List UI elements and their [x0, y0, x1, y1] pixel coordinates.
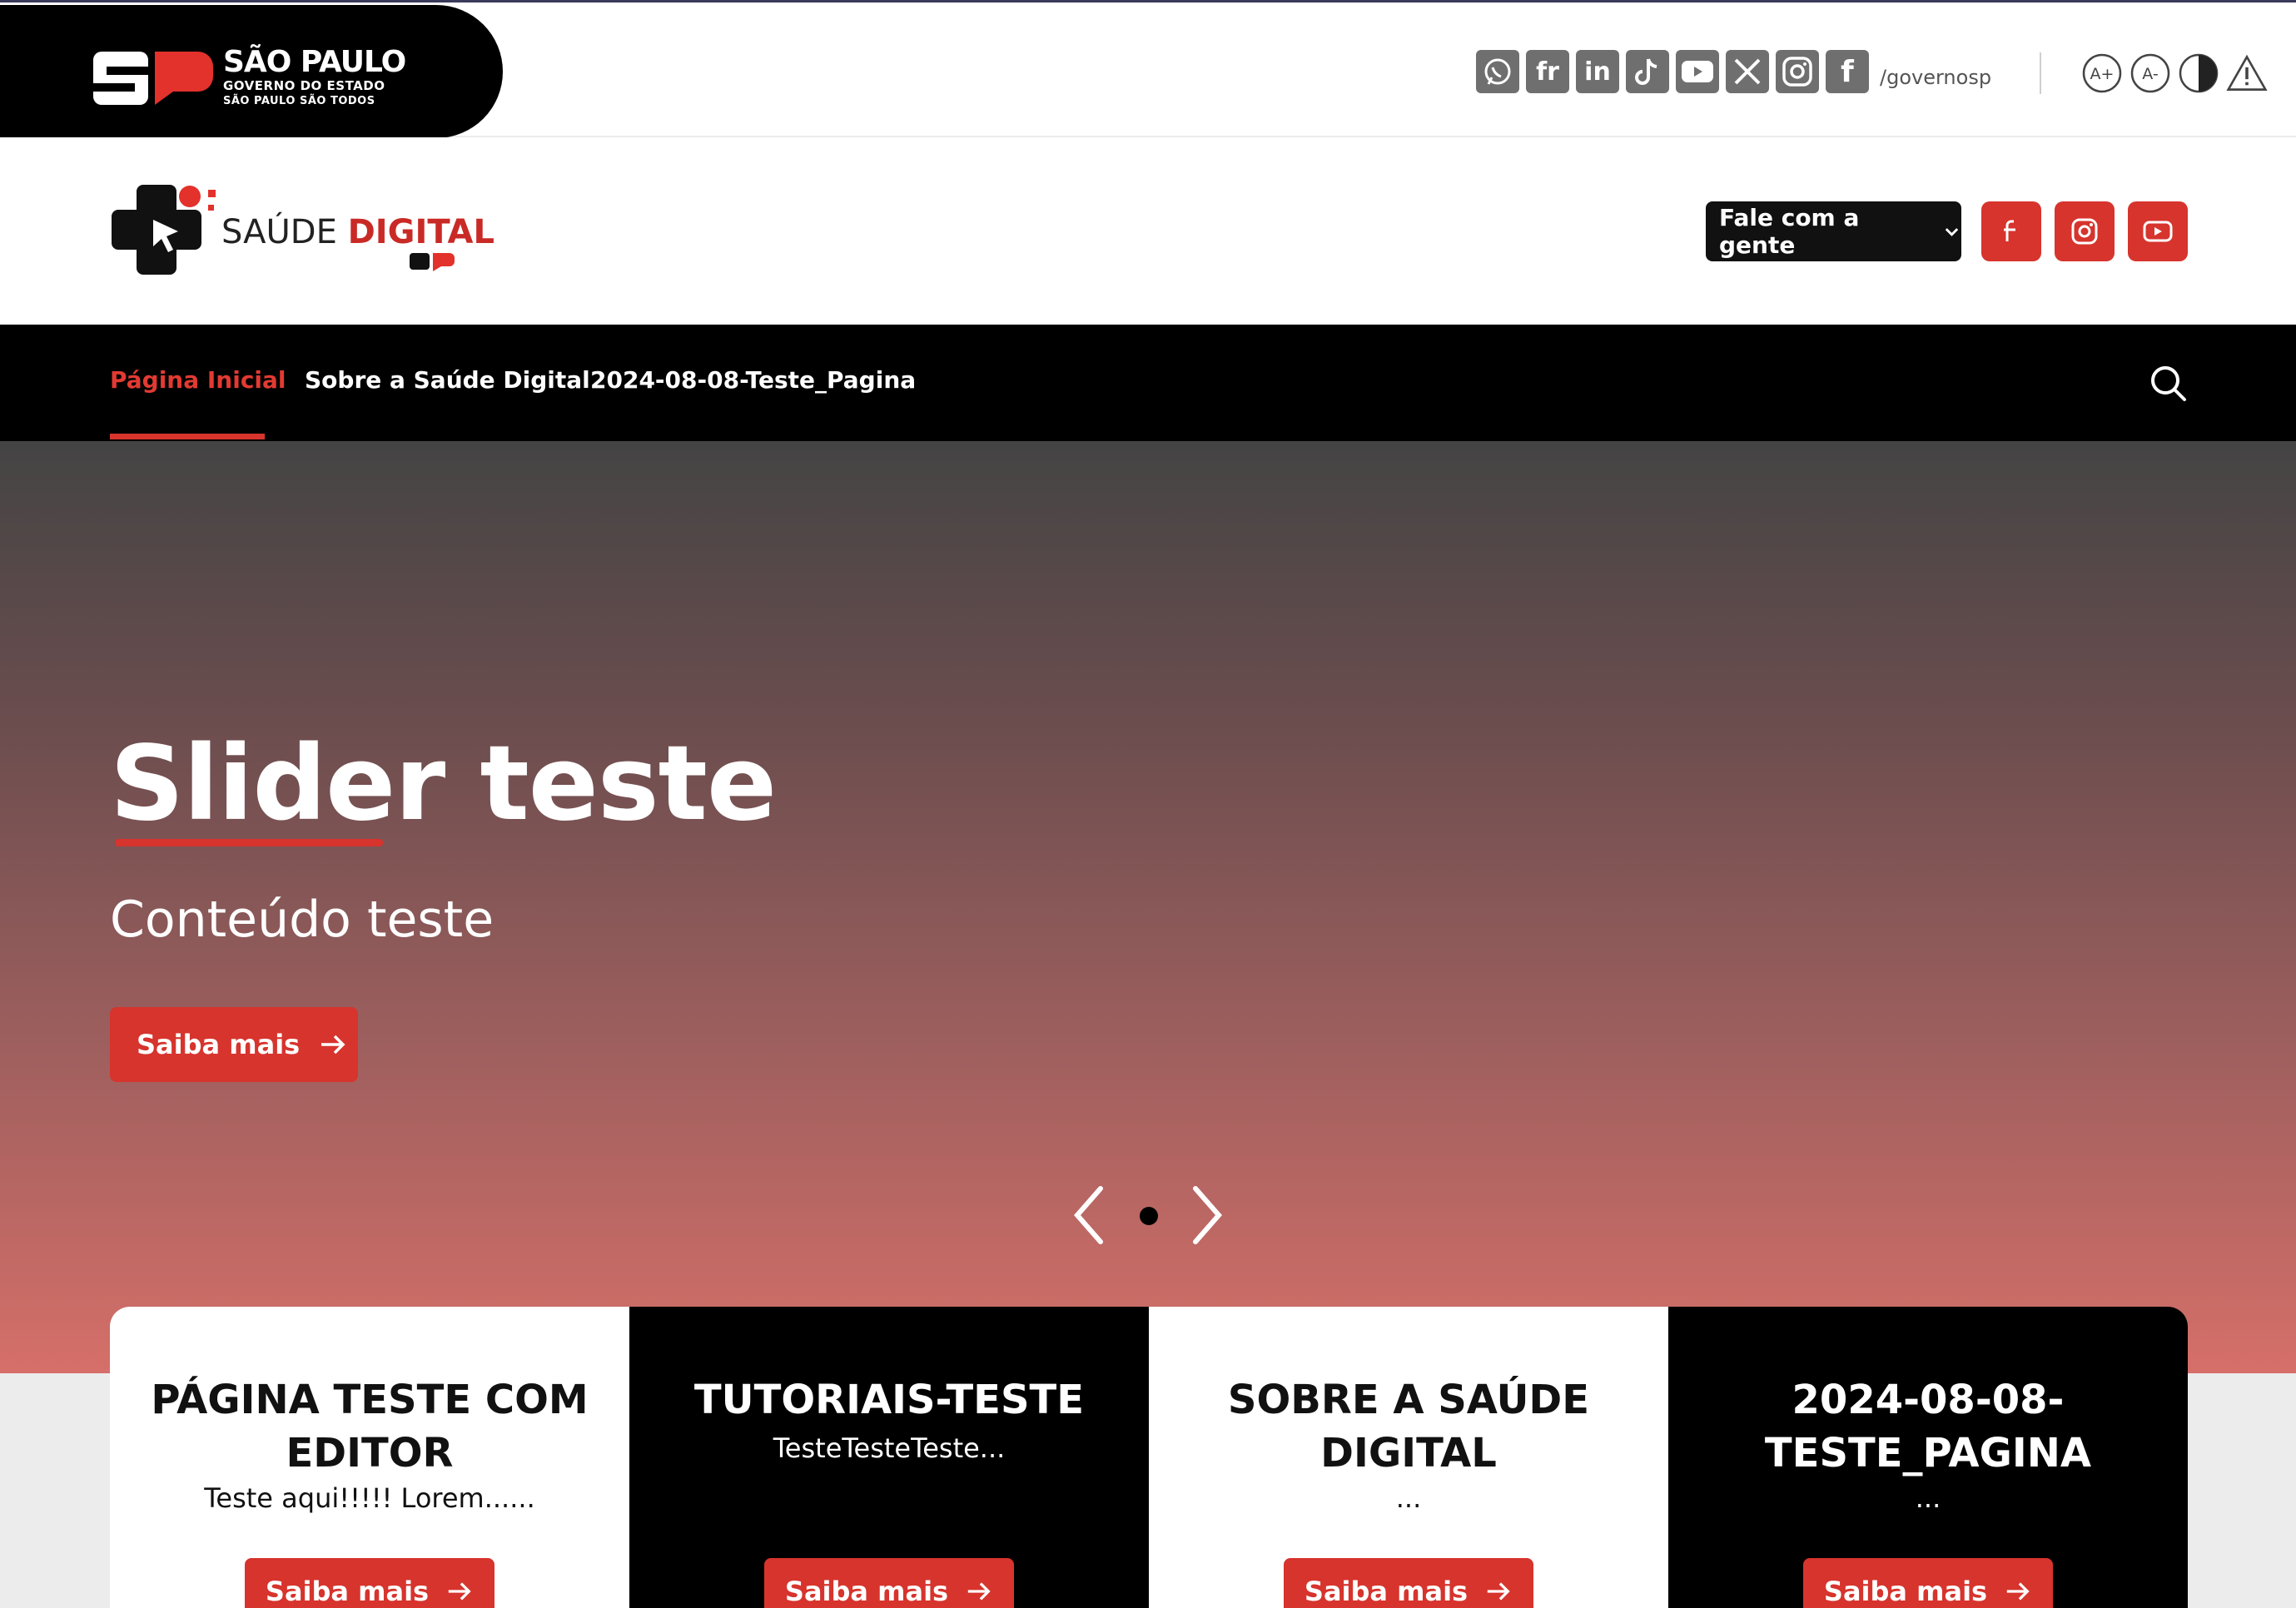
sp-mini-logo-icon: [410, 253, 455, 271]
divider: [2040, 52, 2041, 94]
nav-item-about[interactable]: Sobre a Saúde Digital: [305, 366, 590, 394]
alert-icon[interactable]: [2226, 52, 2268, 94]
chevron-left-icon[interactable]: [1071, 1182, 1107, 1248]
linkedin-icon[interactable]: in: [1576, 50, 1619, 93]
government-logo-pill[interactable]: SÃO PAULO GOVERNO DO ESTADO SÃO PAULO SÃ…: [0, 5, 503, 138]
card-description: ...: [1395, 1482, 1422, 1514]
hero-title-underline: [115, 839, 383, 846]
hero-saiba-mais-button[interactable]: Saiba mais: [110, 1007, 358, 1082]
card-button-label: Saiba mais: [784, 1576, 949, 1607]
card-saiba-mais-button[interactable]: Saiba mais: [764, 1558, 1014, 1608]
card-description: Teste aqui!!!!! Lorem......: [204, 1482, 535, 1514]
chevron-down-icon: [1945, 228, 1959, 236]
youtube-icon[interactable]: [1676, 50, 1719, 93]
card-title-line: 2024-08-08-: [1792, 1377, 2065, 1423]
tiktok-icon[interactable]: [1626, 50, 1669, 93]
highlight-cards: PÁGINA TESTE COM EDITOR Teste aqui!!!!! …: [110, 1307, 2188, 1608]
card-saiba-mais-button[interactable]: Saiba mais: [245, 1558, 494, 1608]
card-title-line: TUTORIAIS-TESTE: [693, 1377, 1085, 1423]
sp-logo-icon: [93, 52, 213, 105]
contact-dropdown-button[interactable]: Fale com a gente: [1706, 201, 1961, 261]
government-bar: SÃO PAULO GOVERNO DO ESTADO SÃO PAULO SÃ…: [0, 0, 2296, 138]
facebook-icon[interactable]: f: [1826, 50, 1869, 93]
accessibility-tools: A+ A-: [2081, 52, 2268, 94]
nav-item-home[interactable]: Página Inicial: [110, 366, 286, 394]
hero-slider: Slider teste Conteúdo teste Saiba mais: [0, 441, 2296, 1373]
health-cross-icon: [112, 185, 216, 275]
government-slogan: SÃO PAULO SÃO TODOS: [223, 95, 375, 107]
logo-word-saude: SAÚDE: [221, 213, 337, 251]
card-saiba-mais-button[interactable]: Saiba mais: [1284, 1558, 1533, 1608]
saude-digital-logo[interactable]: SAÚDE DIGITAL: [110, 183, 494, 283]
card-pagina-teste: PÁGINA TESTE COM EDITOR Teste aqui!!!!! …: [110, 1307, 629, 1608]
instagram-button[interactable]: [2055, 201, 2115, 261]
increase-font-icon[interactable]: A+: [2081, 52, 2123, 94]
government-handle[interactable]: /governosp: [1880, 66, 1991, 89]
hero-subtitle: Conteúdo teste: [110, 891, 494, 949]
facebook-icon: [2004, 220, 2015, 241]
card-button-label: Saiba mais: [1304, 1576, 1469, 1607]
contact-dropdown-label: Fale com a gente: [1719, 204, 1860, 259]
instagram-icon[interactable]: [1776, 50, 1819, 93]
card-title: 2024-08-08- TESTE_PAGINA: [1685, 1373, 2171, 1480]
decrease-font-label: A-: [2142, 65, 2158, 83]
nav-item-test-page[interactable]: 2024-08-08-Teste_Pagina: [590, 366, 916, 394]
card-sobre: SOBRE A SAÚDE DIGITAL ... Saiba mais: [1149, 1307, 1668, 1608]
facebook-button[interactable]: [1981, 201, 2041, 261]
card-title-line: EDITOR: [286, 1430, 454, 1476]
card-description: TesteTesteTeste...: [773, 1432, 1006, 1464]
decrease-font-icon[interactable]: A-: [2130, 52, 2171, 94]
card-title-line: DIGITAL: [1320, 1430, 1497, 1476]
search-icon[interactable]: [2148, 363, 2188, 403]
x-icon[interactable]: [1726, 50, 1769, 93]
arrow-right-icon: [321, 1035, 345, 1055]
instagram-icon: [2071, 218, 2098, 245]
whatsapp-icon[interactable]: [1476, 50, 1519, 93]
hero-title: Slider teste: [110, 724, 777, 844]
youtube-icon: [2143, 221, 2173, 242]
main-navigation: Página Inicial Sobre a Saúde Digital 202…: [0, 325, 2296, 441]
arrow-right-icon: [2006, 1582, 2030, 1601]
arrow-right-icon: [1487, 1582, 1510, 1601]
government-social-links: fr in f: [1476, 50, 1869, 93]
flickr-icon[interactable]: fr: [1526, 50, 1569, 93]
youtube-button[interactable]: [2128, 201, 2188, 261]
card-tutoriais: TUTORIAIS-TESTE TesteTesteTeste... Saiba…: [629, 1307, 1149, 1608]
card-title: TUTORIAIS-TESTE: [646, 1373, 1132, 1427]
government-title: SÃO PAULO: [223, 45, 406, 79]
card-title: PÁGINA TESTE COM EDITOR: [127, 1373, 613, 1480]
card-title: SOBRE A SAÚDE DIGITAL: [1165, 1373, 1652, 1480]
chevron-right-icon[interactable]: [1189, 1182, 1225, 1248]
nav-active-indicator: [110, 434, 265, 439]
slider-dot-active[interactable]: [1140, 1207, 1158, 1225]
arrow-right-icon: [448, 1582, 471, 1601]
card-description: ...: [1915, 1482, 1941, 1514]
logo-word-digital: DIGITAL: [347, 213, 495, 251]
card-title-line: TESTE_PAGINA: [1764, 1430, 2092, 1476]
card-button-label: Saiba mais: [265, 1576, 430, 1607]
hero-button-label: Saiba mais: [137, 1029, 301, 1060]
government-subtitle: GOVERNO DO ESTADO: [223, 78, 385, 93]
card-title-line: SOBRE A SAÚDE: [1227, 1377, 1590, 1423]
increase-font-label: A+: [2090, 65, 2115, 83]
card-button-label: Saiba mais: [1823, 1576, 1988, 1607]
arrow-right-icon: [967, 1582, 991, 1601]
card-saiba-mais-button[interactable]: Saiba mais: [1803, 1558, 2053, 1608]
saude-digital-wordmark: SAÚDE DIGITAL: [221, 213, 494, 251]
card-teste-pagina: 2024-08-08- TESTE_PAGINA ... Saiba mais: [1668, 1307, 2188, 1608]
government-logo[interactable]: SÃO PAULO GOVERNO DO ESTADO SÃO PAULO SÃ…: [92, 45, 408, 112]
contrast-icon[interactable]: [2178, 52, 2219, 94]
card-title-line: PÁGINA TESTE COM: [151, 1377, 589, 1423]
